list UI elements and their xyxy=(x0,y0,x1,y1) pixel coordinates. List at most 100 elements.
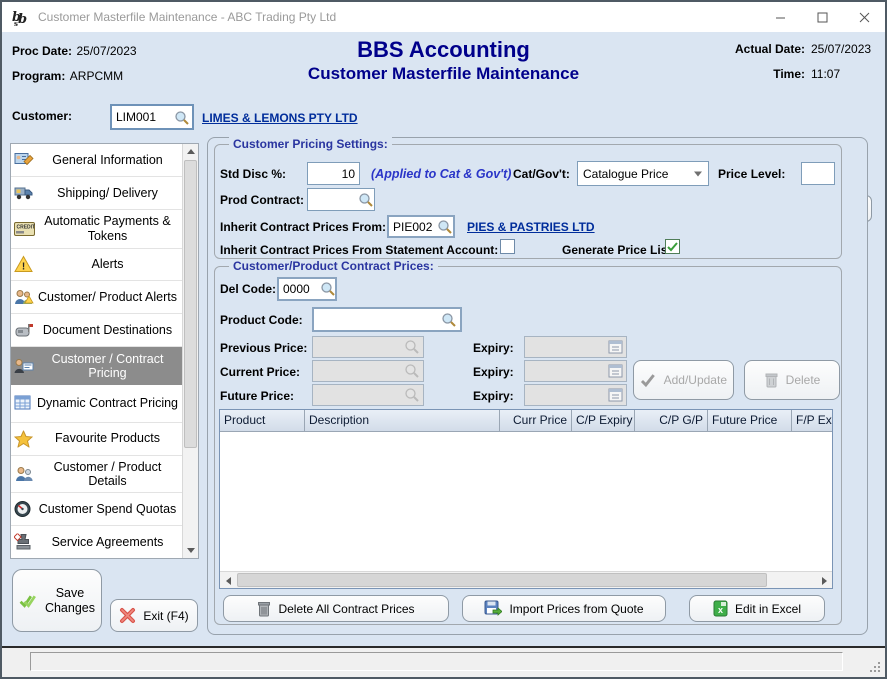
product-code-search-icon[interactable] xyxy=(441,312,457,328)
column-header-curr-price[interactable]: Curr Price xyxy=(500,410,572,431)
close-button[interactable] xyxy=(843,2,885,32)
screen-title: Customer Masterfile Maintenance xyxy=(2,63,885,84)
table-body-empty[interactable] xyxy=(220,432,832,571)
sidebar-item-alerts[interactable]: ! Alerts xyxy=(11,249,182,282)
sidebar-item-shipping-delivery[interactable]: Shipping/ Delivery xyxy=(11,177,182,210)
sidebar-item-label: Customer/ Product Alerts xyxy=(38,290,177,304)
window-title: Customer Masterfile Maintenance - ABC Tr… xyxy=(38,10,336,24)
future-expiry-calendar-icon xyxy=(608,387,624,403)
actual-date-value: 25/07/2023 xyxy=(811,42,877,56)
customer-label: Customer: xyxy=(12,109,72,123)
sidebar-scrollbar[interactable] xyxy=(182,144,198,558)
inherit-from-search-icon[interactable] xyxy=(437,219,453,235)
trash-icon xyxy=(257,601,271,617)
import-quote-label: Import Prices from Quote xyxy=(509,602,643,616)
svg-text:s: s xyxy=(14,19,18,27)
svg-text:b: b xyxy=(18,12,27,27)
customer-pricing-settings-group: Customer Pricing Settings: Std Disc %: (… xyxy=(214,144,842,259)
inherit-statement-checkbox[interactable] xyxy=(500,239,515,254)
column-header-description[interactable]: Description xyxy=(305,410,500,431)
del-code-search-icon[interactable] xyxy=(320,281,336,297)
scrollbar-thumb[interactable] xyxy=(237,573,767,587)
sidebar-item-document-destinations[interactable]: Document Destinations xyxy=(11,314,182,347)
warning-triangle-icon: ! xyxy=(14,256,33,273)
svg-text:CREDIT: CREDIT xyxy=(17,224,36,230)
sidebar-item-label: Service Agreements xyxy=(52,535,164,549)
future-expiry-label: Expiry: xyxy=(473,389,514,403)
applied-note: (Applied to Cat & Gov't) xyxy=(371,167,511,181)
pricing-grid-icon xyxy=(14,395,32,411)
sidebar-item-service-agreements[interactable]: Service Agreements xyxy=(11,526,182,558)
scroll-left-button[interactable] xyxy=(220,572,236,589)
cat-gov-select[interactable]: Catalogue Price xyxy=(577,161,709,186)
prod-contract-search-icon[interactable] xyxy=(358,192,374,208)
sidebar-item-label: Customer / Contract Pricing xyxy=(35,352,180,381)
inherit-statement-label: Inherit Contract Prices From Statement A… xyxy=(220,243,498,257)
scroll-right-button[interactable] xyxy=(816,572,832,589)
scroll-down-button[interactable] xyxy=(183,543,199,558)
gauge-icon xyxy=(14,501,31,518)
exit-button[interactable]: Exit (F4) xyxy=(110,599,198,632)
add-update-check-icon xyxy=(640,373,657,388)
delete-button[interactable]: Delete xyxy=(744,360,840,400)
customer-search-icon[interactable] xyxy=(174,110,190,126)
sidebar-item-favourite-products[interactable]: Favourite Products xyxy=(11,423,182,456)
minimize-button[interactable] xyxy=(759,2,801,32)
customer-name-link[interactable]: LIMES & LEMONS PTY LTD xyxy=(202,111,358,125)
column-header-cp-gp[interactable]: C/P G/P xyxy=(635,410,708,431)
scrollbar-thumb[interactable] xyxy=(184,160,197,448)
scroll-up-button[interactable] xyxy=(183,144,199,159)
save-changes-button[interactable]: Save Changes xyxy=(12,569,102,632)
column-header-product[interactable]: Product xyxy=(220,410,305,431)
delete-record-icon xyxy=(764,372,779,388)
current-expiry-calendar-icon xyxy=(608,363,624,379)
import-disk-icon xyxy=(484,600,502,617)
del-code-label: Del Code: xyxy=(220,282,276,296)
sidebar-item-customer-product-details[interactable]: Customer / Product Details xyxy=(11,456,182,494)
status-bar xyxy=(2,648,885,677)
current-price-label: Current Price: xyxy=(220,365,300,379)
sidebar-item-general-information[interactable]: General Information xyxy=(11,144,182,177)
sidebar-item-customer-contract-pricing[interactable]: Customer / Contract Pricing xyxy=(11,347,182,385)
delete-label: Delete xyxy=(786,373,821,387)
time-label: Time: xyxy=(773,67,805,81)
mailbox-icon xyxy=(14,322,33,338)
group-title: Customer Pricing Settings: xyxy=(229,137,392,151)
column-header-cp-expiry[interactable]: C/P Expiry xyxy=(572,410,635,431)
column-header-fp-ex[interactable]: F/P Ex xyxy=(792,410,832,431)
price-level-label: Price Level: xyxy=(718,167,785,181)
inherit-from-label: Inherit Contract Prices From: xyxy=(220,220,386,234)
sidebar-nav: General Information Shipping/ Delivery C… xyxy=(10,143,199,559)
minimize-icon xyxy=(775,12,786,23)
table-header-row[interactable]: Product Description Curr Price C/P Expir… xyxy=(220,410,832,432)
exit-label: Exit (F4) xyxy=(143,609,188,623)
maximize-icon xyxy=(817,12,828,23)
title-bar[interactable]: b b s Customer Masterfile Maintenance - … xyxy=(2,2,885,32)
contract-prices-table[interactable]: Product Description Curr Price C/P Expir… xyxy=(219,409,833,589)
save-check-icon xyxy=(19,591,38,611)
actual-date-label: Actual Date: xyxy=(735,42,805,56)
previous-price-label: Previous Price: xyxy=(220,341,307,355)
delete-all-contract-prices-button[interactable]: Delete All Contract Prices xyxy=(223,595,449,622)
sidebar-item-customer-spend-quotas[interactable]: Customer Spend Quotas xyxy=(11,493,182,526)
sidebar-item-dynamic-contract-pricing[interactable]: Dynamic Contract Pricing xyxy=(11,385,182,423)
edit-in-excel-button[interactable]: x Edit in Excel xyxy=(689,595,825,622)
column-header-future-price[interactable]: Future Price xyxy=(708,410,792,431)
truck-icon xyxy=(14,185,34,201)
std-disc-input[interactable] xyxy=(307,162,360,185)
sidebar-item-customer-product-alerts[interactable]: Customer/ Product Alerts xyxy=(11,281,182,314)
add-update-button[interactable]: Add/Update xyxy=(633,360,734,400)
time-value: 11:07 xyxy=(811,67,877,81)
previous-expiry-calendar-icon xyxy=(608,339,624,355)
product-code-input[interactable] xyxy=(312,307,462,332)
inherit-from-account-link[interactable]: PIES & PASTRIES LTD xyxy=(467,220,595,234)
cat-gov-value: Catalogue Price xyxy=(583,167,668,181)
sidebar-item-label: Automatic Payments & Tokens xyxy=(35,214,180,243)
generate-price-list-checkbox[interactable] xyxy=(665,239,680,254)
maximize-button[interactable] xyxy=(801,2,843,32)
price-level-input[interactable] xyxy=(801,162,835,185)
resize-grip[interactable] xyxy=(869,661,881,673)
sidebar-item-automatic-payments[interactable]: CREDIT Automatic Payments & Tokens xyxy=(11,210,182,249)
table-horizontal-scrollbar[interactable] xyxy=(220,571,832,588)
import-prices-from-quote-button[interactable]: Import Prices from Quote xyxy=(462,595,666,622)
